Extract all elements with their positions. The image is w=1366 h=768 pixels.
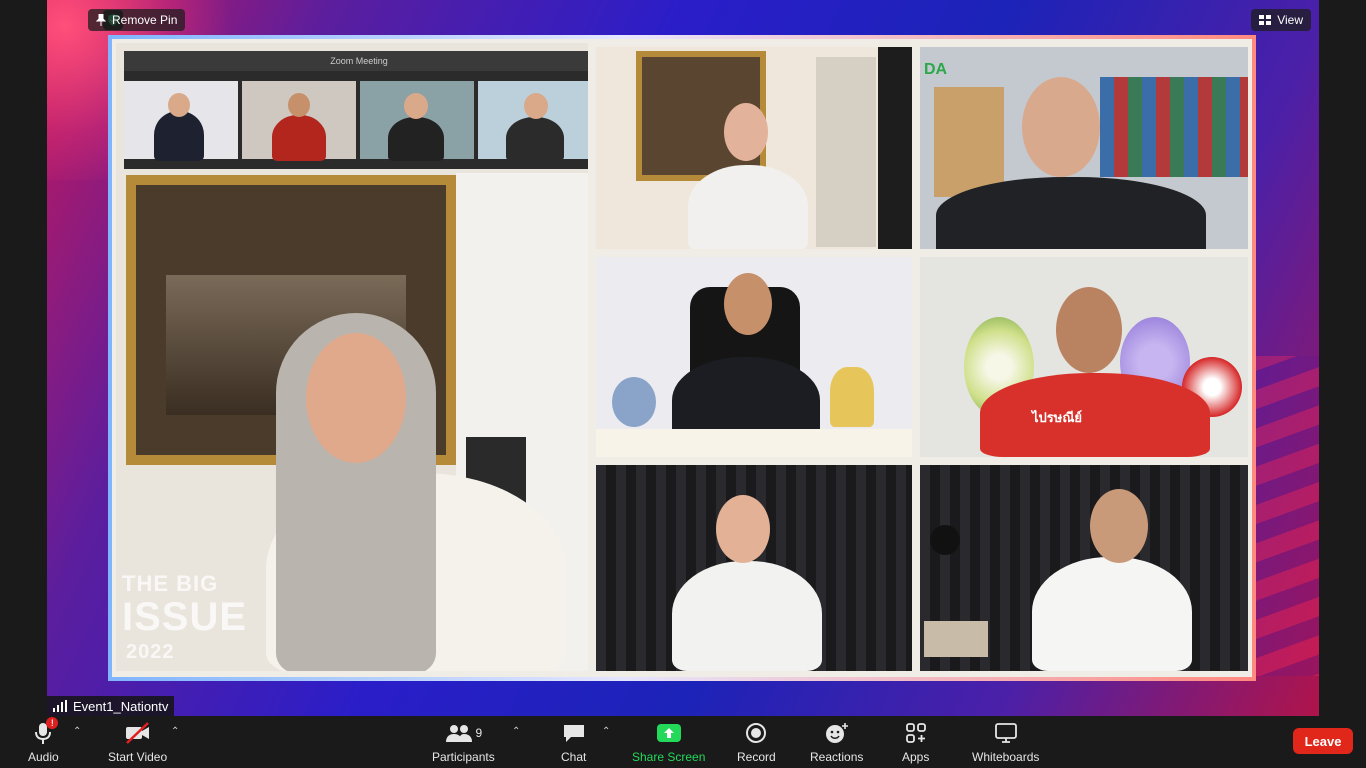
video-tile-woman-painting (596, 47, 912, 249)
anchor-body (672, 561, 822, 671)
post-speaker-face (1056, 287, 1122, 373)
video-camera-off-icon (125, 722, 149, 744)
pinned-video-frame[interactable]: Zoom Meeting THE BIG ISSUE 2022 DA ไปรษณ… (108, 35, 1256, 681)
whiteboards-label: Whiteboards (972, 750, 1040, 764)
overlay-line-1: THE BIG (122, 571, 219, 596)
box-bg (934, 87, 1004, 197)
overlay-line-3: 2022 (126, 641, 175, 663)
thumbnail-1 (124, 81, 238, 161)
chat-label: Chat (561, 750, 587, 764)
audio-options-caret[interactable]: ⌃ (73, 726, 81, 737)
participants-count: 9 (475, 726, 483, 740)
chat-options-caret[interactable]: ⌃ (602, 726, 610, 737)
grid-view-icon (1259, 15, 1272, 25)
reactions-button[interactable]: Reactions (810, 720, 863, 764)
pin-icon (96, 14, 106, 26)
video-options-caret[interactable]: ⌃ (171, 726, 179, 737)
meeting-strip-title: Zoom Meeting (124, 51, 588, 71)
view-button[interactable]: View (1251, 9, 1311, 31)
view-label: View (1277, 13, 1303, 27)
video-tile-post-speaker: ไปรษณีย์ (920, 257, 1248, 457)
thumbnail-3 (360, 81, 474, 161)
male-anchor-face (1090, 489, 1148, 563)
whiteboard-icon (994, 723, 1017, 743)
chat-bubble-icon (563, 725, 584, 742)
remove-pin-button[interactable]: Remove Pin (88, 9, 186, 31)
leave-button[interactable]: Leave (1293, 728, 1353, 754)
reactions-label: Reactions (810, 750, 864, 764)
video-tile-da-speaker: DA (920, 47, 1248, 249)
thumbnail-2 (242, 81, 356, 161)
overlay-line-2: ISSUE (122, 595, 248, 639)
apps-button[interactable]: Apps (902, 720, 929, 764)
audio-label: Audio (28, 750, 59, 764)
participant-name-tag: Event1_Nationtv (47, 696, 175, 716)
emblem-right (830, 367, 874, 427)
thumbnail-4 (478, 81, 588, 161)
participant-name: Event1_Nationtv (73, 698, 169, 714)
whiteboards-button[interactable]: Whiteboards (972, 720, 1039, 764)
record-button[interactable]: Record (737, 720, 776, 764)
smiley-plus-icon (825, 723, 848, 743)
apps-label: Apps (902, 750, 930, 764)
start-video-label: Start Video (108, 750, 168, 764)
participants-button[interactable]: 9 Participants (432, 720, 495, 764)
participants-options-caret[interactable]: ⌃ (512, 726, 520, 737)
start-video-button[interactable]: Start Video (108, 720, 167, 764)
audio-warning-badge: ! (46, 717, 59, 729)
male-anchor-body (1032, 557, 1192, 671)
video-tile-officer (596, 257, 912, 457)
share-screen-label: Share Screen (632, 750, 706, 764)
sponsor-text: DA (924, 61, 948, 78)
jacket-text: ไปรษณีย์ (1032, 410, 1083, 425)
da-speaker-body (936, 177, 1206, 249)
officer-face (724, 273, 772, 335)
cabinet (816, 57, 876, 247)
da-speaker-face (1022, 77, 1100, 177)
participants-icon (445, 725, 472, 742)
anchor-face (716, 495, 770, 563)
record-icon (746, 723, 767, 743)
dark-pillar (878, 47, 912, 249)
meeting-toolbar: ! Audio ⌃ Start Video ⌃ 9 Participants ⌃… (0, 716, 1366, 768)
host-face (306, 333, 406, 463)
apps-icon (905, 723, 926, 743)
post-speaker-body (980, 373, 1210, 457)
remove-pin-label: Remove Pin (112, 13, 178, 27)
record-label: Record (737, 750, 776, 764)
video-tile-female-anchor (596, 465, 912, 671)
woman-face (724, 103, 768, 161)
chat-button[interactable]: Chat (561, 720, 586, 764)
share-screen-icon (656, 724, 681, 742)
signal-bars-icon (53, 700, 67, 712)
emblem-left (612, 377, 656, 427)
woman-body (688, 165, 808, 249)
meeting-thumbnail-strip: Zoom Meeting (124, 51, 588, 169)
participants-label: Participants (432, 750, 495, 764)
video-tile-host: Zoom Meeting THE BIG ISSUE 2022 (116, 43, 588, 671)
audio-button[interactable]: ! Audio (28, 717, 59, 764)
share-screen-button[interactable]: Share Screen (632, 720, 705, 764)
lamp (930, 525, 960, 555)
video-tile-male-anchor (920, 465, 1248, 671)
containers-bg (1100, 77, 1248, 177)
desk (596, 429, 912, 457)
side-table (924, 621, 988, 657)
